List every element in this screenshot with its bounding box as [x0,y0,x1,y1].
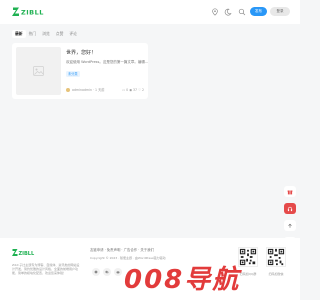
tab-hot[interactable]: 热门 [26,30,40,38]
svg-text:ZIBLL: ZIBLL [21,9,44,17]
svg-text:008导航: 008导航 [124,265,242,293]
site-logo[interactable]: ZIBLL [12,6,44,18]
post-time: 1 天前 [95,88,105,92]
wechat-icon[interactable] [103,268,111,276]
publish-button[interactable]: 发布 [250,7,267,16]
post-thumbnail[interactable] [16,47,61,95]
tab-comments[interactable]: 评论 [66,30,80,38]
post-title[interactable]: 世界，您好！ [66,49,96,56]
footer-description: Zibll 子比主题专为博客、自媒体、资讯类的网站设计开发，简约优雅的设计风格，… [12,263,80,275]
like-count: 2 [141,88,144,92]
headset-icon [287,206,293,211]
author-name: adminadmin [72,88,92,92]
watermark-008-nav: 008导航 [124,265,242,293]
back-to-top-button[interactable] [284,220,296,231]
avatar[interactable] [66,88,70,92]
support-button[interactable] [284,203,296,214]
gift-icon [287,190,293,194]
post-stats: ▭ 0 ◉ 37 ♡ 2 [122,87,144,93]
comment-count: 0 [126,88,129,92]
post-card[interactable]: 世界，您好！ 欢迎使用 WordPress。这是您的第一篇文章。编辑... 未分… [12,43,148,99]
footer-logo[interactable]: ZIBLL [12,248,36,258]
tab-views[interactable]: 浏览 [39,30,53,38]
post-category-tag[interactable]: 未分类 [66,71,80,77]
view-count: 37 [133,88,138,92]
footer-links[interactable]: 友链申请 · 免责声明 · 广告合作 · 关于我们 [90,247,154,252]
location-icon[interactable] [211,8,219,16]
search-icon[interactable] [238,8,246,16]
like-icon: ♡ [138,88,141,92]
sort-tabs: 最新 热门 浏览 点赞 评论 [12,30,80,38]
qq-icon[interactable] [92,268,100,276]
image-placeholder-icon [33,66,44,76]
up-arrow-icon [288,223,292,228]
gift-button[interactable] [284,186,296,197]
site-header: ZIBLL 发布 登录 [0,0,300,24]
post-meta: adminadmin · 1 天前 ▭ 0 ◉ 37 ♡ 2 [66,87,144,93]
tab-likes[interactable]: 点赞 [53,30,67,38]
post-excerpt: 欢迎使用 WordPress。这是您的第一篇文章。编辑... [66,60,149,64]
weibo-icon[interactable] [114,268,122,276]
comment-icon: ▭ [122,88,126,92]
footer-copyright: Copyright © 2023 · 随便主题 · 由WordPress强力驱动 [90,256,166,260]
view-icon: ◉ [129,88,132,92]
moon-icon[interactable] [224,8,232,16]
svg-text:ZIBLL: ZIBLL [19,251,35,257]
login-button[interactable]: 登录 [270,7,290,16]
post-author[interactable]: adminadmin · 1 天前 [72,87,104,93]
tab-latest[interactable]: 最新 [12,30,26,38]
